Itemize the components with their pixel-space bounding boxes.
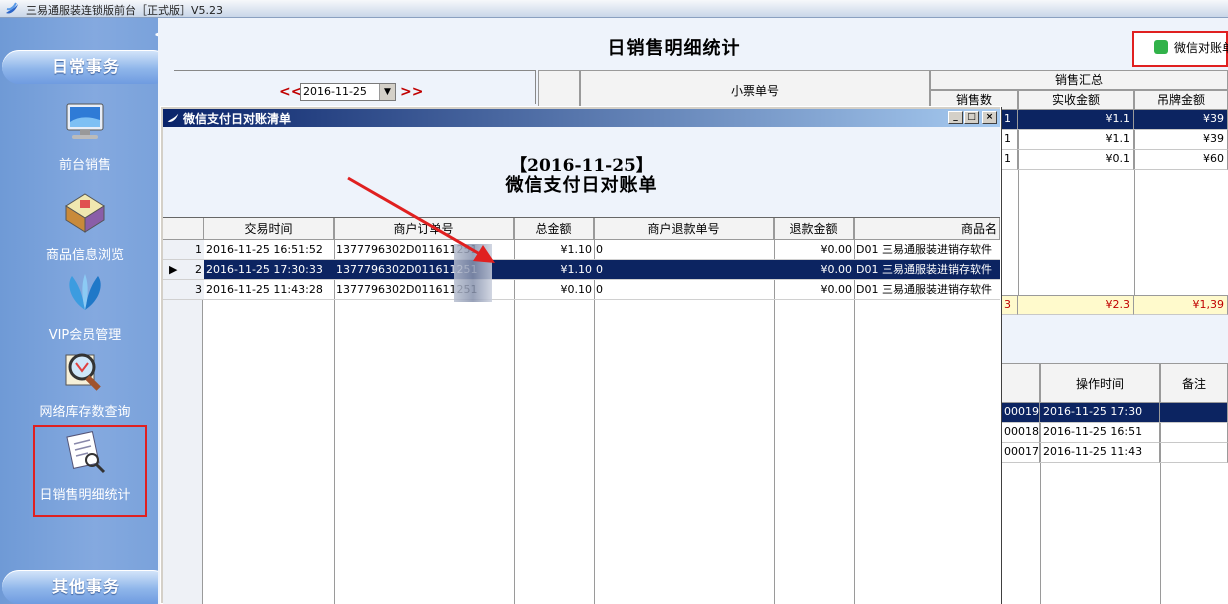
app-title: 三易通服装连锁版前台［正式版］V5.23 [26,4,224,17]
summary-qty[interactable]: 1 [1001,130,1018,150]
summary-tag[interactable]: ¥39 [1134,130,1228,150]
cell-product[interactable]: D01 三易通服装进销存软件 [854,240,1000,260]
wechat-icon [1154,40,1168,54]
app-logo-icon [167,113,179,122]
cell-time[interactable]: 2016-11-25 17:30:33 [204,260,334,280]
statement-grid: 交易时间 商户订单号 总金额 商户退款单号 退款金额 商品名 1 2016-11… [163,217,1000,604]
cell-refund[interactable]: ¥0.00 [774,240,854,260]
page-header: 日销售明细统计 [174,20,1228,70]
sidebar-item-inventory[interactable]: 网络库存数查询 [20,347,150,420]
row-number-text: 2 [195,263,202,276]
spacer [1001,315,1228,363]
date-value: 2016-11-25 [303,85,367,98]
page-title: 日销售明细统计 [607,38,741,59]
group-header-sales: 销售汇总 [930,70,1228,90]
col-header-refund-no[interactable]: 商户退款单号 [594,218,774,240]
sidebar-item-label: 网络库存数查询 [39,405,131,420]
highlight-box-sidebar [33,425,147,517]
detail-time[interactable]: 2016-11-25 16:51 [1040,423,1160,443]
cell-product[interactable]: D01 三易通服装进销存软件 [854,280,1000,300]
cell-time[interactable]: 2016-11-25 16:51:52 [204,240,334,260]
date-select[interactable]: 2016-11-25 ▼ [300,83,396,101]
grid-corner [163,218,204,240]
col-header-tag[interactable]: 吊牌金额 [1134,90,1228,110]
vip-icon [69,274,101,310]
sidebar-item-label: 商品信息浏览 [45,248,124,263]
row-number[interactable]: 3 [163,280,204,300]
statement-subtitle: 微信支付日对账单 [505,175,658,196]
cell-total[interactable]: ¥1.10 [514,260,594,280]
col-header-optime[interactable]: 操作时间 [1040,363,1160,403]
sidebar-group-daily[interactable]: 日常事务 [2,50,170,84]
summary-paid[interactable]: ¥1.1 [1018,110,1134,130]
sidebar-item-front-sales[interactable]: 前台销售 [20,100,150,173]
cell-refund-no[interactable]: 0 [594,240,774,260]
cell-total[interactable]: ¥1.10 [514,240,594,260]
sidebar-item-label: VIP会员管理 [48,328,122,343]
boxes-icon [65,193,105,233]
summary-paid[interactable]: ¥0.1 [1018,150,1134,170]
wechat-statement-button[interactable]: 微信对账单 [1132,31,1228,67]
detail-time[interactable]: 2016-11-25 11:43 [1040,443,1160,463]
dialog-title: 微信支付日对账清单 [183,112,292,126]
cell-refund-no[interactable]: 0 [594,280,774,300]
detail-note[interactable] [1160,443,1228,463]
cell-total[interactable]: ¥0.10 [514,280,594,300]
dialog-title-bar[interactable]: 微信支付日对账清单 _ □ × [163,109,1000,127]
summary-qty[interactable]: 1 [1001,110,1018,130]
sidebar-group-other[interactable]: 其他事务 [2,570,170,604]
annotation-arrow-icon [347,176,495,263]
detail-time[interactable]: 2016-11-25 17:30 [1040,403,1160,423]
grid-corner [538,70,580,110]
row-number[interactable]: 1 [163,240,204,260]
detail-note[interactable] [1160,423,1228,443]
sidebar-item-product-browse[interactable]: 商品信息浏览 [20,190,150,263]
date-prev-button[interactable]: << [279,84,302,100]
summary-tag[interactable]: ¥60 [1134,150,1228,170]
wechat-statement-label: 微信对账单 [1174,41,1228,55]
col-header-refund[interactable]: 退款金额 [774,218,854,240]
detail-id[interactable]: 00018 [1001,423,1040,443]
summary-paid[interactable]: ¥1.1 [1018,130,1134,150]
close-button[interactable]: × [982,111,997,124]
detail-id[interactable]: 00019 [1001,403,1040,423]
col-header-total[interactable]: 总金额 [514,218,594,240]
col-header-paid[interactable]: 实收金额 [1018,90,1134,110]
app-logo-icon [6,2,18,14]
summary-total-qty: 3 [1001,295,1018,315]
row-pointer-icon: ▶ [169,263,178,276]
sidebar-item-vip[interactable]: VIP会员管理 [20,270,150,343]
col-header-id [1001,363,1040,403]
summary-tag[interactable]: ¥39 [1134,110,1228,130]
date-next-button[interactable]: >> [400,84,423,100]
summary-qty[interactable]: 1 [1001,150,1018,170]
app-title-bar: 三易通服装连锁版前台［正式版］V5.23 [0,0,1228,18]
maximize-button[interactable]: □ [964,111,979,124]
summary-total-paid: ¥2.3 [1018,295,1134,315]
monitor-icon [66,103,104,139]
col-header-product[interactable]: 商品名 [854,218,1000,240]
cell-refund[interactable]: ¥0.00 [774,260,854,280]
detail-id[interactable]: 00017 [1001,443,1040,463]
chevron-down-icon[interactable]: ▼ [379,84,395,100]
row-number[interactable]: ▶ 2 [163,260,204,280]
wechat-statement-dialog: 微信支付日对账清单 _ □ × 【2016-11-25】 微信支付日对账单 交易… [160,106,1001,604]
cell-refund[interactable]: ¥0.00 [774,280,854,300]
magnifier-icon [65,353,101,391]
detail-note[interactable] [1160,403,1228,423]
cell-refund-no[interactable]: 0 [594,260,774,280]
minimize-button[interactable]: _ [948,111,963,124]
col-header-note[interactable]: 备注 [1160,363,1228,403]
summary-total-tag: ¥1,39 [1134,295,1228,315]
sidebar-item-label: 前台销售 [58,158,111,173]
cell-product[interactable]: D01 三易通服装进销存软件 [854,260,1000,280]
cell-time[interactable]: 2016-11-25 11:43:28 [204,280,334,300]
dialog-header: 【2016-11-25】 微信支付日对账单 [163,127,1000,217]
col-header-ticket[interactable]: 小票单号 [580,70,930,110]
col-header-time[interactable]: 交易时间 [204,218,334,240]
